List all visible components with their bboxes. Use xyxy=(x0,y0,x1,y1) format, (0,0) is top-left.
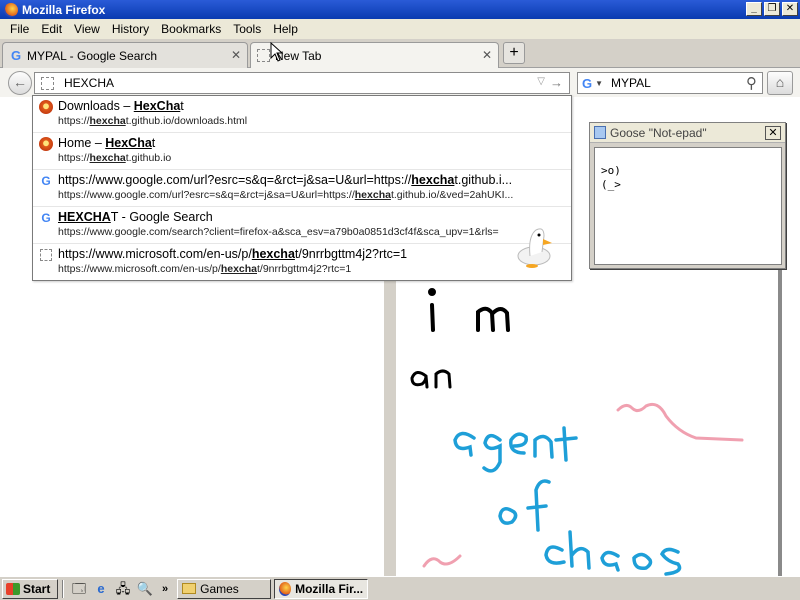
blank-page-icon xyxy=(257,49,270,62)
autocomplete-title: HEXCHAT - Google Search xyxy=(58,210,213,224)
navigation-bar: ← ▽ → G ▼ ⚲ ⌂ xyxy=(0,68,800,97)
google-icon: G xyxy=(10,48,22,63)
tab-close-icon[interactable]: ✕ xyxy=(482,48,492,62)
home-button[interactable]: ⌂ xyxy=(767,71,793,95)
goose-notepad-text[interactable]: >o) (_> xyxy=(594,147,782,265)
url-autocomplete-popup: Downloads – HexChat https://hexchat.gith… xyxy=(32,95,572,281)
start-label: Start xyxy=(23,581,51,596)
tab-mypal-search[interactable]: G MYPAL - Google Search ✕ xyxy=(2,42,248,68)
tab-label: MYPAL - Google Search xyxy=(27,48,158,63)
drawing-words-i-m xyxy=(428,288,510,332)
autocomplete-item[interactable]: G https://www.google.com/url?esrc=s&q=&r… xyxy=(33,170,571,207)
taskbar-separator xyxy=(62,579,64,598)
firefox-icon xyxy=(279,581,292,596)
hexchat-icon xyxy=(39,137,53,151)
menu-tools[interactable]: Tools xyxy=(227,22,267,36)
google-icon: G xyxy=(582,75,593,91)
search-input[interactable] xyxy=(611,76,732,90)
new-tab-button[interactable]: + xyxy=(503,42,525,64)
notepad-icon xyxy=(594,126,606,139)
firefox-icon xyxy=(4,2,18,17)
goose-notepad-title: Goose "Not-epad" xyxy=(610,125,707,140)
goose-icon[interactable] xyxy=(516,222,558,268)
taskbar-item-label: Mozilla Fir... xyxy=(295,581,364,596)
menu-bar: File Edit View History Bookmarks Tools H… xyxy=(0,19,800,39)
search-bar[interactable]: G ▼ ⚲ xyxy=(577,72,763,94)
search-engine-selector[interactable]: G ▼ xyxy=(582,76,603,91)
autocomplete-title: https://www.microsoft.com/en-us/p/hexcha… xyxy=(58,247,408,261)
google-icon: G xyxy=(41,174,51,188)
taskbar-item-games[interactable]: Games xyxy=(177,578,272,599)
taskbar-item-label: Games xyxy=(200,581,239,596)
google-icon: G xyxy=(41,211,51,225)
goose-notepad-close-button[interactable]: ✕ xyxy=(765,126,781,140)
window-title: Mozilla Firefox xyxy=(22,2,106,17)
autocomplete-title: Downloads – HexChat xyxy=(58,99,184,113)
goose-drawing xyxy=(410,288,744,576)
taskbar: Start 🗔 e 🖧 🔍 » Games Mozilla Fir... xyxy=(0,576,800,600)
autocomplete-item[interactable]: https://www.microsoft.com/en-us/p/hexcha… xyxy=(33,244,571,281)
hexchat-icon xyxy=(39,100,53,114)
mouse-pointer-icon xyxy=(270,42,284,62)
start-button[interactable]: Start xyxy=(2,578,58,599)
autocomplete-title: Home – HexChat xyxy=(58,136,156,150)
url-bar[interactable]: ▽ → xyxy=(34,72,570,94)
autocomplete-url: https://www.microsoft.com/en-us/p/hexcha… xyxy=(58,263,352,275)
blank-page-icon xyxy=(40,249,52,261)
tab-new-tab[interactable]: New Tab ✕ xyxy=(250,42,499,68)
menu-help[interactable]: Help xyxy=(267,22,304,36)
go-arrow-icon[interactable]: → xyxy=(550,75,563,90)
drawing-canvas xyxy=(384,250,782,576)
chevron-down-icon: ▼ xyxy=(595,78,604,88)
drawing-word-agent xyxy=(453,426,578,473)
url-history-dropdown-icon[interactable]: ▽ xyxy=(537,76,545,87)
drawing-word-of xyxy=(498,479,551,532)
autocomplete-item[interactable]: Downloads – HexChat https://hexchat.gith… xyxy=(33,96,571,133)
folder-icon xyxy=(182,583,197,594)
menu-history[interactable]: History xyxy=(106,22,155,36)
autocomplete-item[interactable]: Home – HexChat https://hexchat.github.io xyxy=(33,133,571,170)
search-icon[interactable]: 🔍 xyxy=(136,580,154,598)
autocomplete-url: https://www.google.com/search?client=fir… xyxy=(58,226,499,238)
window-titlebar: Mozilla Firefox _ ❐ ✕ xyxy=(0,0,800,19)
drawing-pink-scribble xyxy=(422,402,744,568)
quicklaunch-more-icon[interactable]: » xyxy=(162,583,168,595)
menu-view[interactable]: View xyxy=(68,22,106,36)
goose-notepad-titlebar[interactable]: Goose "Not-epad" xyxy=(590,123,785,143)
show-desktop-icon[interactable]: 🗔 xyxy=(70,580,88,598)
autocomplete-url: https://www.google.com/url?esrc=s&q=&rct… xyxy=(58,189,514,201)
goose-notepad-window: Goose "Not-epad" ✕ >o) (_> xyxy=(589,122,786,269)
tab-strip: G MYPAL - Google Search ✕ New Tab ✕ xyxy=(0,39,800,68)
maximize-button[interactable]: ❐ xyxy=(764,2,780,16)
internet-explorer-icon[interactable]: e xyxy=(92,580,110,598)
menu-file[interactable]: File xyxy=(4,22,35,36)
back-button[interactable]: ← xyxy=(8,71,32,95)
network-icon[interactable]: 🖧 xyxy=(114,580,132,598)
autocomplete-title: https://www.google.com/url?esrc=s&q=&rct… xyxy=(58,173,513,187)
menu-edit[interactable]: Edit xyxy=(35,22,68,36)
drawing-word-an xyxy=(410,369,452,389)
autocomplete-item[interactable]: G HEXCHAT - Google Search https://www.go… xyxy=(33,207,571,244)
url-input[interactable] xyxy=(64,76,504,90)
page-identity-icon xyxy=(41,76,54,90)
taskbar-item-firefox[interactable]: Mozilla Fir... xyxy=(274,578,369,599)
window-controls: _ ❐ ✕ xyxy=(746,2,798,16)
autocomplete-url: https://hexchat.github.io/downloads.html xyxy=(58,115,248,127)
tab-close-icon[interactable]: ✕ xyxy=(231,48,241,62)
minimize-button[interactable]: _ xyxy=(746,2,762,16)
windows-logo-icon xyxy=(6,582,20,595)
search-icon[interactable]: ⚲ xyxy=(746,74,757,92)
menu-bookmarks[interactable]: Bookmarks xyxy=(155,22,227,36)
close-window-button[interactable]: ✕ xyxy=(782,2,798,16)
drawing-word-chaos xyxy=(544,530,682,576)
autocomplete-url: https://hexchat.github.io xyxy=(58,152,172,164)
